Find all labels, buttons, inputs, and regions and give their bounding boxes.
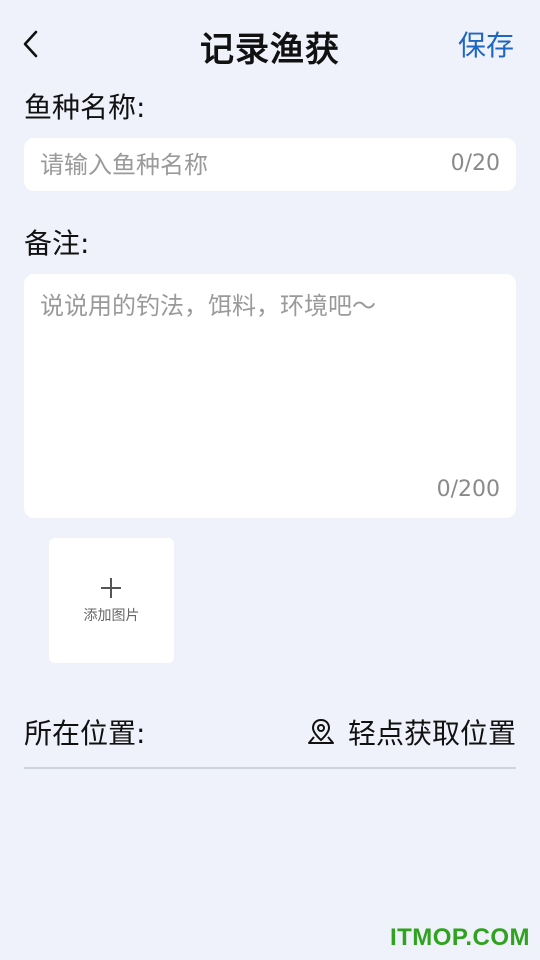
fish-name-field: 0/20: [24, 138, 516, 191]
divider: [24, 767, 516, 769]
fish-name-input[interactable]: [40, 138, 430, 191]
location-row: 所在位置: 轻点获取位置: [24, 700, 516, 768]
record-catch-page: 记录渔获 保存 鱼种名称: 0/20 备注: 0/200 添加图片 所在位置: …: [0, 0, 540, 960]
save-button[interactable]: 保存: [458, 24, 514, 64]
add-photo-label: 添加图片: [83, 608, 140, 624]
get-location-button[interactable]: 轻点获取位置: [306, 710, 516, 754]
add-photo-button[interactable]: 添加图片: [49, 538, 174, 663]
watermark: ITMOP.COM: [389, 924, 530, 951]
note-counter: 0/200: [436, 477, 500, 502]
fish-name-counter: 0/20: [450, 151, 500, 176]
location-label: 所在位置:: [24, 717, 146, 750]
fish-name-label: 鱼种名称:: [24, 91, 146, 124]
map-pin-icon: [307, 718, 334, 744]
note-textarea[interactable]: [40, 290, 500, 470]
note-field: 0/200: [24, 274, 516, 518]
get-location-label: 轻点获取位置: [347, 717, 516, 750]
header: 记录渔获 保存: [0, 0, 540, 86]
plus-icon: [101, 578, 121, 598]
note-label: 备注:: [24, 227, 90, 260]
